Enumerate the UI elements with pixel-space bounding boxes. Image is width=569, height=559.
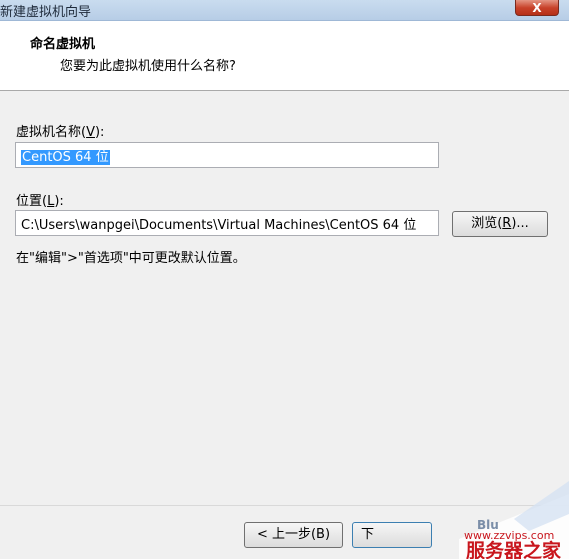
browse-button-text: 浏览( [471,216,503,231]
site-watermark: Blu www.zzvips.com 服务器之家 [459,481,569,559]
location-value: C:\Users\wanpgei\Documents\Virtual Machi… [21,218,417,233]
page-subtitle: 您要为此虚拟机使用什么名称? [60,59,236,74]
back-button[interactable]: < 上一步(B) [244,522,343,548]
next-button[interactable]: 下 [352,522,432,548]
wizard-window: 新建虚拟机向导 X 命名虚拟机 您要为此虚拟机使用什么名称? 虚拟机名称(V):… [0,0,569,559]
browse-button-accel: R [502,216,512,231]
vm-name-label-text: 虚拟机名称( [16,125,87,140]
location-input[interactable]: C:\Users\wanpgei\Documents\Virtual Machi… [15,210,439,236]
vm-name-label: 虚拟机名称(V): [16,121,104,140]
vm-name-input[interactable]: CentOS 64 位 [15,142,439,168]
browse-button-end: )... [511,216,529,231]
window-title: 新建虚拟机向导 [0,5,92,20]
wizard-header: 命名虚拟机 您要为此虚拟机使用什么名称? [0,21,569,91]
default-location-hint: 在"编辑">"首选项"中可更改默认位置。 [16,251,246,266]
watermark-fragment: Blu [477,518,499,532]
watermark-url: www.zzvips.com [464,529,554,542]
title-bar: 新建虚拟机向导 X [0,0,569,21]
location-label-text: 位置( [16,194,48,209]
close-button[interactable]: X [515,0,559,16]
vm-name-label-accel: V [86,125,95,140]
location-label-end: ): [54,194,64,209]
vm-name-value: CentOS 64 位 [21,150,110,165]
browse-button[interactable]: 浏览(R)... [452,211,548,237]
footer-divider [0,505,569,506]
location-label: 位置(L): [16,190,64,209]
vm-name-label-end: ): [94,125,105,140]
watermark-brand: 服务器之家 [466,539,562,559]
watermark-backdrop [459,494,569,559]
watermark-ribbon [514,481,569,531]
page-title: 命名虚拟机 [30,37,96,52]
close-icon: X [532,1,542,15]
